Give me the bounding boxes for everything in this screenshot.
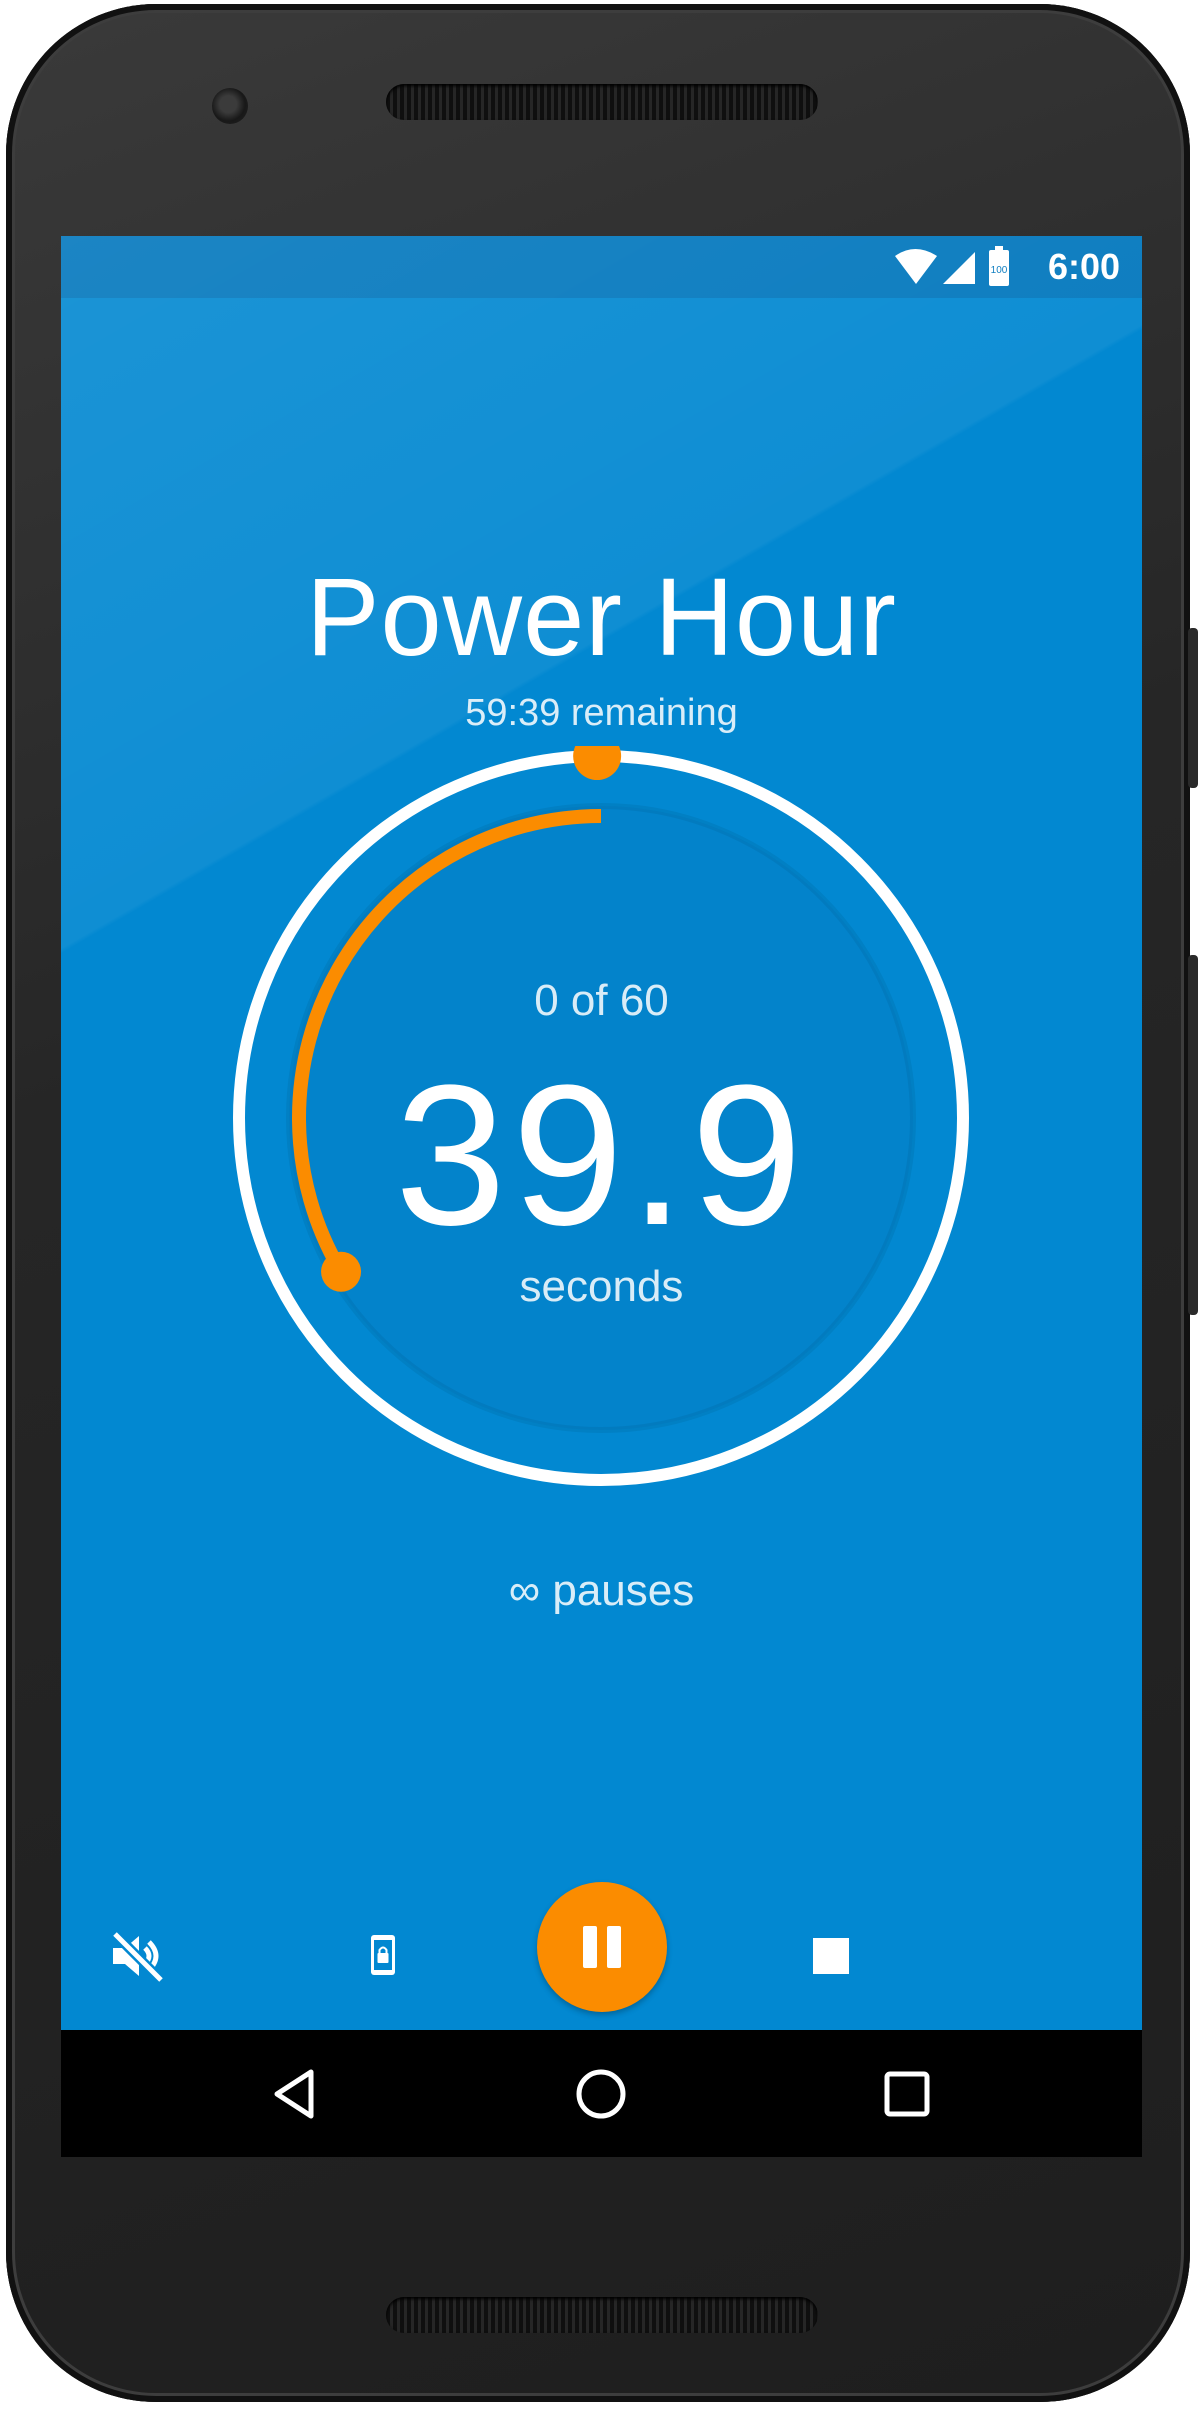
minute-progress-knob — [573, 746, 622, 781]
recents-button[interactable] — [857, 2044, 957, 2144]
mute-button[interactable] — [89, 1908, 185, 2004]
seconds-unit-label: seconds — [519, 1262, 684, 1311]
home-button[interactable] — [551, 2044, 651, 2144]
status-bar: 100 6:00 — [61, 236, 1142, 298]
back-icon — [274, 2069, 314, 2119]
round-counter: 0 of 60 — [534, 976, 669, 1025]
pause-button[interactable] — [537, 1882, 667, 2012]
phone-frame: 100 6:00 Power Hour 59:39 remaining 0 of… — [6, 4, 1190, 2402]
screen-lock-icon — [371, 1935, 395, 1975]
seconds-value: 39.9 — [394, 1044, 809, 1267]
app-title: Power Hour — [306, 556, 897, 679]
stop-icon — [813, 1938, 849, 1974]
time-remaining: 59:39 remaining — [465, 692, 738, 734]
stop-button[interactable] — [783, 1908, 879, 2004]
status-time: 6:00 — [1047, 246, 1120, 287]
cell-signal-icon — [943, 252, 975, 284]
wifi-icon — [895, 249, 937, 284]
battery-icon: 100 — [989, 246, 1009, 286]
power-button — [1188, 628, 1198, 788]
home-icon — [576, 2069, 626, 2119]
volume-rocker — [1188, 955, 1198, 1315]
pause-icon — [583, 1926, 621, 1968]
navigation-bar — [61, 2030, 1142, 2157]
top-speaker-grille — [386, 84, 818, 120]
recents-icon — [884, 2071, 930, 2117]
back-button[interactable] — [245, 2044, 345, 2144]
bottom-speaker-grille — [386, 2297, 818, 2333]
pauses-label[interactable]: ∞ pauses — [61, 1566, 1142, 1616]
front-camera — [212, 88, 248, 124]
battery-level: 100 — [991, 265, 1008, 276]
status-icons: 100 — [895, 246, 1009, 286]
screen-lock-button[interactable] — [335, 1908, 431, 2004]
mute-icon — [111, 1930, 165, 1984]
screen: 100 6:00 Power Hour 59:39 remaining 0 of… — [61, 236, 1142, 2157]
